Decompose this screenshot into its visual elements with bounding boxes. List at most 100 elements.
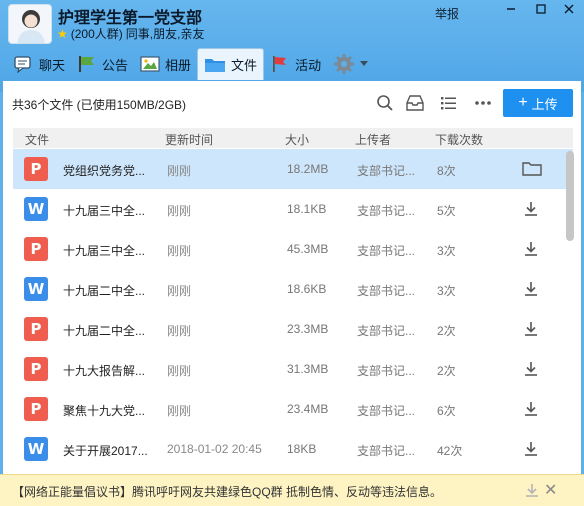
file-size: 18.6KB: [287, 282, 327, 296]
file-name: 十九届三中全...: [63, 244, 146, 258]
word-file-icon: W: [24, 277, 48, 301]
file-uploader: 支部书记...: [357, 364, 416, 378]
column-uploader[interactable]: 上传者: [355, 131, 391, 148]
download-icon[interactable]: [521, 359, 543, 379]
file-uploader: 支部书记...: [357, 244, 416, 258]
tab-chat[interactable]: 聊天: [8, 48, 71, 80]
minimize-window-button[interactable]: [500, 2, 522, 20]
file-row[interactable]: P 党组织党务党... 刚刚 18.2MB 支部书记... 8次: [13, 149, 573, 189]
open-folder-icon[interactable]: [521, 159, 543, 179]
tab-album[interactable]: 相册: [134, 48, 197, 80]
file-size: 18.2MB: [287, 162, 329, 176]
file-row[interactable]: P 十九届三中全... 刚刚 45.3MB 支部书记... 3次: [13, 229, 573, 269]
group-tags[interactable]: 同事,朋友,亲友: [126, 25, 205, 42]
files-panel: 共36个文件 (已使用150MB/2GB) + 上传 文件 更新时间 大小 上传…: [3, 81, 581, 506]
files-summary: 共36个文件 (已使用150MB/2GB): [12, 98, 187, 112]
file-uploader: 支部书记...: [357, 164, 416, 178]
settings-dropdown[interactable]: [327, 48, 374, 80]
ppt-file-icon: P: [24, 157, 48, 181]
column-size[interactable]: 大小: [285, 131, 309, 148]
file-uploader: 支部书记...: [357, 444, 416, 458]
file-uploader: 支部书记...: [357, 284, 416, 298]
plus-icon: +: [518, 94, 528, 111]
group-header: 护理学生第一党支部 ★ (200人群) 同事,朋友,亲友 举报 聊天 公告 相册…: [0, 0, 584, 92]
group-avatar[interactable]: [8, 4, 52, 44]
file-name: 聚焦十九大党...: [63, 404, 146, 418]
tab-files[interactable]: 文件: [197, 48, 265, 80]
files-toolbar: 共36个文件 (已使用150MB/2GB) + 上传: [3, 81, 581, 125]
ppt-file-icon: P: [24, 237, 48, 261]
chevron-down-icon: [360, 61, 369, 67]
download-icon[interactable]: [521, 439, 543, 459]
more-icon[interactable]: [473, 93, 493, 113]
flag-icon: [270, 55, 290, 73]
file-uploader: 支部书记...: [357, 324, 416, 338]
file-row[interactable]: W 关于开展2017... 2018-01-02 20:45 18KB 支部书记... 4…: [13, 429, 573, 469]
file-size: 18KB: [287, 442, 317, 456]
maximize-window-button[interactable]: [530, 2, 552, 20]
list-view-icon[interactable]: [439, 93, 459, 113]
word-file-icon: W: [24, 197, 48, 221]
member-count: (200人群): [70, 27, 123, 41]
file-downloads: 2次: [437, 364, 456, 378]
column-time[interactable]: 更新时间: [165, 131, 213, 148]
report-link[interactable]: 举报: [435, 5, 459, 22]
download-icon[interactable]: [524, 482, 540, 501]
file-name: 十九届二中全...: [63, 284, 146, 298]
scrollbar[interactable]: [566, 151, 574, 241]
file-downloads: 42次: [437, 444, 463, 458]
file-row[interactable]: W 十九届三中全... 刚刚 18.1KB 支部书记... 5次: [13, 189, 573, 229]
tab-label: 公告: [102, 57, 129, 73]
file-name: 十九届三中全...: [63, 204, 146, 218]
tab-label: 聊天: [39, 57, 66, 73]
group-tabs: 聊天 公告 相册 文件 活动: [0, 48, 374, 80]
upload-button[interactable]: + 上传: [503, 89, 573, 117]
file-downloads: 3次: [437, 244, 456, 258]
gear-icon: [333, 53, 355, 75]
file-name: 十九大报告解...: [63, 364, 146, 378]
word-file-icon: W: [24, 437, 48, 461]
file-uploader: 支部书记...: [357, 404, 416, 418]
download-icon[interactable]: [521, 199, 543, 219]
file-size: 31.3MB: [287, 362, 329, 376]
close-icon[interactable]: ✕: [544, 480, 557, 500]
upload-label: 上传: [531, 96, 558, 112]
notice-text[interactable]: 【网络正能量倡议书】腾讯呼吁网友共建绿色QQ群 抵制色情、反动等违法信息。: [12, 483, 442, 500]
download-icon[interactable]: [521, 319, 543, 339]
file-uploader: 支部书记...: [357, 204, 416, 218]
file-time: 刚刚: [167, 204, 192, 218]
announcement-icon: [77, 55, 97, 73]
file-time: 刚刚: [167, 164, 192, 178]
column-name[interactable]: 文件: [25, 131, 49, 148]
tab-label: 活动: [295, 57, 322, 73]
album-icon: [140, 55, 160, 73]
search-icon[interactable]: [375, 93, 395, 113]
file-name: 关于开展2017...: [63, 444, 148, 458]
tab-announcement[interactable]: 公告: [71, 48, 134, 80]
file-time: 刚刚: [167, 404, 192, 418]
notice-bar: 【网络正能量倡议书】腾讯呼吁网友共建绿色QQ群 抵制色情、反动等违法信息。 ✕: [0, 474, 584, 506]
file-row[interactable]: W 十九届二中全... 刚刚 18.6KB 支部书记... 3次: [13, 269, 573, 309]
ppt-file-icon: P: [24, 357, 48, 381]
file-row[interactable]: P 十九大报告解... 刚刚 31.3MB 支部书记... 2次: [13, 349, 573, 389]
download-icon[interactable]: [521, 399, 543, 419]
tab-label: 文件: [231, 58, 258, 73]
file-size: 45.3MB: [287, 242, 329, 256]
column-downloads[interactable]: 下载次数: [435, 131, 483, 148]
file-time: 刚刚: [167, 284, 192, 298]
close-window-button[interactable]: [558, 2, 580, 20]
file-row[interactable]: P 聚焦十九大党... 刚刚 23.4MB 支部书记... 6次: [13, 389, 573, 429]
file-downloads: 5次: [437, 204, 456, 218]
folder-icon: [204, 56, 226, 74]
tab-activity[interactable]: 活动: [264, 48, 327, 80]
file-time: 刚刚: [167, 324, 192, 338]
download-icon[interactable]: [521, 279, 543, 299]
file-row[interactable]: P 十九届二中全... 刚刚 23.3MB 支部书记... 2次: [13, 309, 573, 349]
inbox-icon[interactable]: [405, 93, 425, 113]
file-name: 十九届二中全...: [63, 324, 146, 338]
file-name: 党组织党务党...: [63, 164, 146, 178]
download-icon[interactable]: [521, 239, 543, 259]
file-size: 23.4MB: [287, 402, 329, 416]
file-time: 刚刚: [167, 244, 192, 258]
star-icon: ★: [57, 26, 68, 41]
